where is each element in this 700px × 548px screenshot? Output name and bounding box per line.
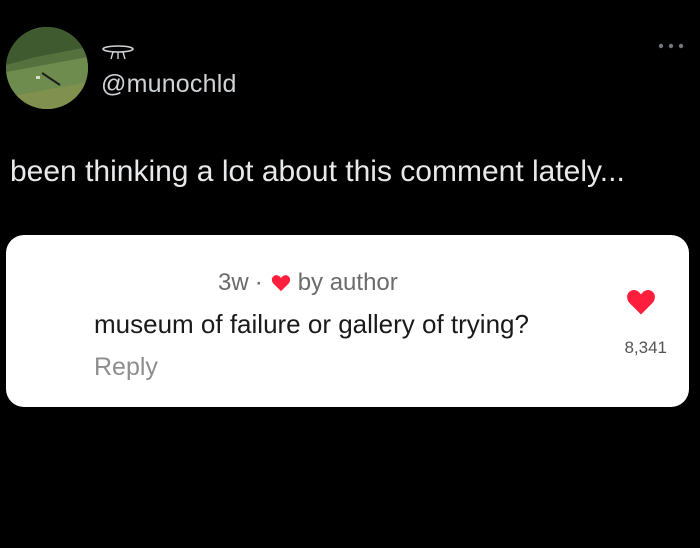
comment-text: museum of failure or gallery of trying? — [94, 309, 529, 339]
author-liked-heart-icon — [271, 275, 290, 292]
ufo-icon — [102, 45, 134, 60]
like-heart-icon[interactable] — [626, 288, 656, 316]
like-count: 8,341 — [624, 338, 667, 357]
avatar[interactable] — [6, 27, 88, 109]
reply-button[interactable]: Reply — [94, 353, 158, 382]
meta-separator: · — [254, 269, 263, 296]
comment-screenshot-card: 3w · by author museum of failure or gall… — [6, 235, 689, 407]
avatar-image — [6, 27, 88, 109]
liked-by-author-label: by author — [297, 269, 398, 296]
comment-meta: 3w · by author — [218, 269, 398, 297]
post-text: been thinking a lot about this comment l… — [10, 155, 625, 188]
comment-age: 3w — [218, 269, 249, 296]
more-options-icon[interactable] — [656, 40, 686, 52]
user-handle[interactable]: @munochld — [101, 70, 237, 99]
